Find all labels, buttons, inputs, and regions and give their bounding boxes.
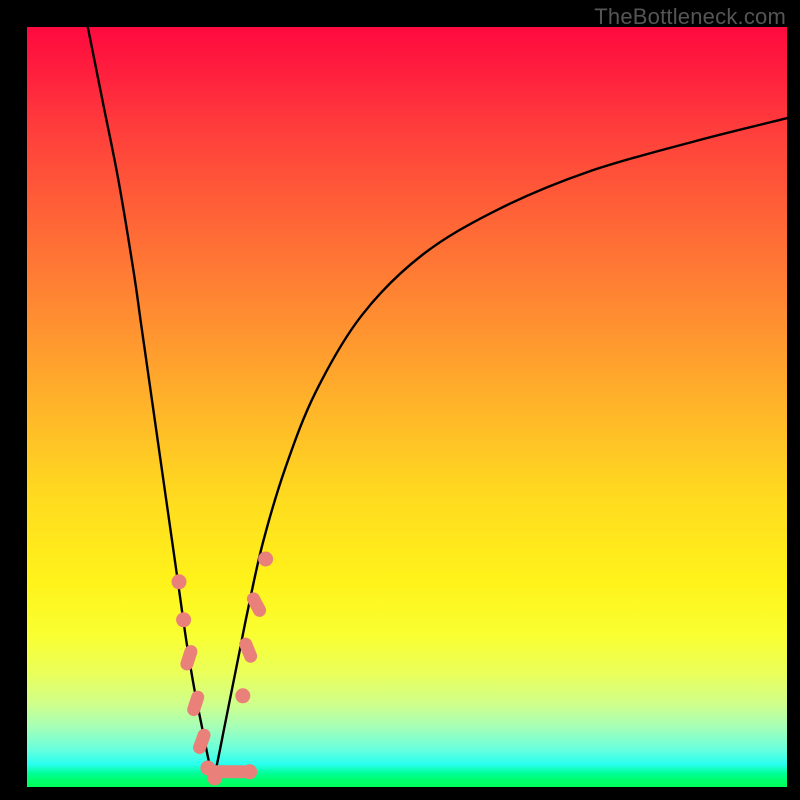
marker-2 [179,643,199,672]
marker-0 [172,574,187,589]
curve-left-branch [88,27,213,779]
marker-9 [242,764,257,779]
curve-right-branch [213,118,787,779]
marker-10 [235,688,250,703]
marker-3 [186,689,206,718]
plot-area [27,27,787,787]
marker-1 [176,612,191,627]
marker-group [172,552,274,786]
outer-frame: TheBottleneck.com [0,0,800,800]
marker-4 [191,727,212,756]
chart-svg [27,27,787,787]
watermark-text: TheBottleneck.com [594,4,786,30]
marker-13 [258,552,273,567]
